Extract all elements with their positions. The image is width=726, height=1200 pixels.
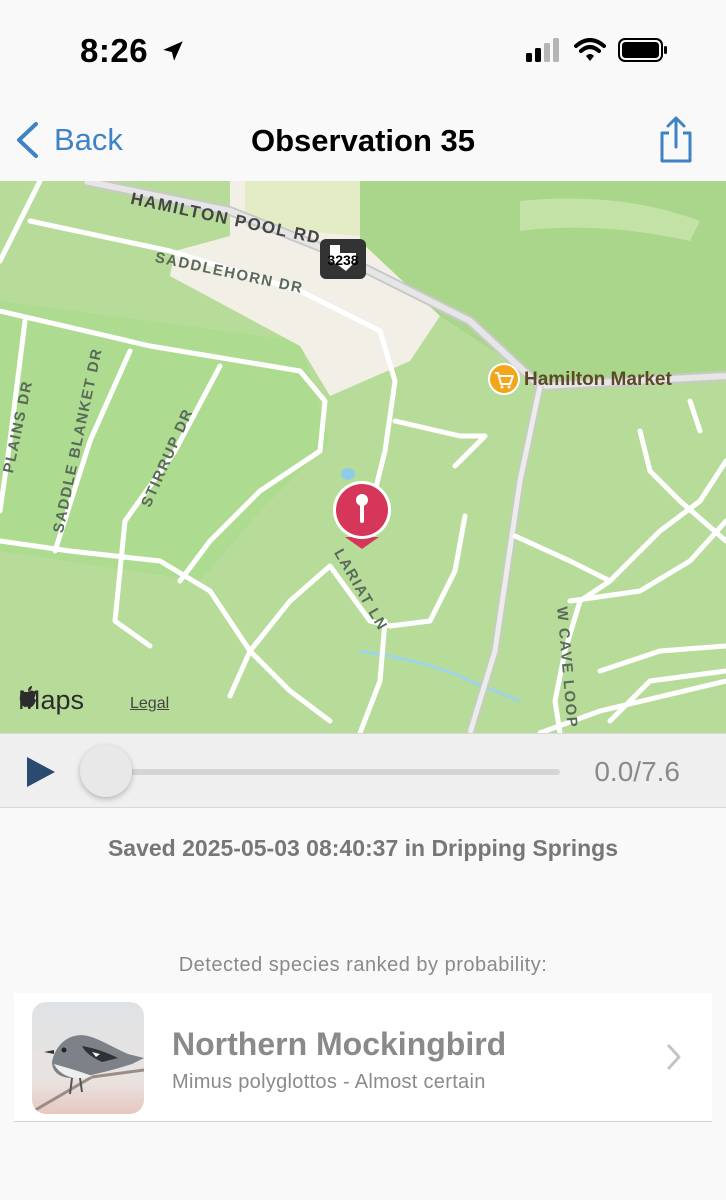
shopping-cart-icon — [488, 363, 520, 395]
status-icons — [526, 38, 668, 62]
location-pin-icon — [333, 481, 391, 549]
status-time: 8:26 — [80, 32, 186, 70]
saved-info: Saved 2025-05-03 08:40:37 in Dripping Sp… — [107, 835, 619, 861]
list-item[interactable]: Northern Mockingbird Mimus polyglottos -… — [14, 993, 712, 1122]
detected-species-header: Detected species ranked by probability: — [178, 954, 548, 976]
cellular-signal-icon — [526, 38, 559, 62]
legal-link[interactable]: Legal — [130, 695, 169, 713]
play-icon — [27, 757, 55, 787]
species-scientific-name: Mimus polyglottos - Almost certain — [172, 1071, 486, 1093]
location-arrow-icon — [162, 41, 183, 61]
map-view[interactable]: 3238 HAMILTON POOL RD SADDLEHORN DR PLAI… — [0, 181, 726, 733]
audio-player: 0.0/7.6 — [0, 733, 726, 808]
battery-icon — [618, 38, 667, 62]
species-photo — [32, 1002, 144, 1114]
status-bar: 8:26 — [0, 0, 726, 105]
progress-thumb[interactable] — [80, 745, 132, 797]
wifi-icon — [574, 38, 606, 61]
apple-logo-icon — [19, 686, 36, 708]
share-button[interactable] — [656, 115, 696, 170]
route-shield-number: 3238 — [327, 252, 358, 268]
map-graphics: 3238 — [0, 181, 726, 733]
status-time-text: 8:26 — [80, 32, 149, 69]
chevron-right-icon — [666, 1043, 682, 1076]
play-button[interactable] — [24, 754, 58, 795]
species-common-name: Northern Mockingbird — [172, 1026, 507, 1062]
maps-logo: Maps — [18, 685, 84, 716]
share-icon — [660, 116, 692, 163]
bird-photo-icon — [32, 1002, 144, 1114]
progress-track[interactable] — [100, 769, 560, 775]
poi-label[interactable]: Hamilton Market — [524, 369, 672, 391]
navigation-bar: Back Observation 35 — [0, 105, 726, 181]
page-title: Observation 35 — [251, 123, 475, 158]
time-readout: 0.0/7.6 — [594, 756, 680, 787]
